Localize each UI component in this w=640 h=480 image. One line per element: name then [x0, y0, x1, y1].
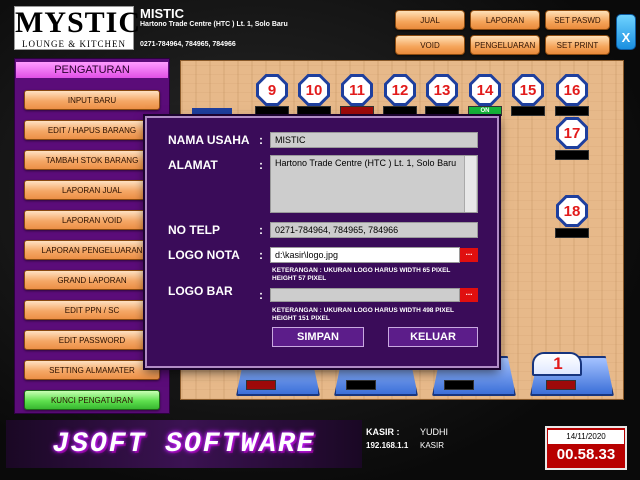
- table-1-status: [546, 380, 576, 390]
- jual-button[interactable]: JUAL: [395, 10, 465, 30]
- table-17-status: [555, 150, 589, 160]
- kasir-name: YUDHI: [420, 427, 449, 437]
- table-16-status: [555, 106, 589, 116]
- logo-bar-note: KETERANGAN : UKURAN LOGO HARUS WIDTH 498…: [272, 307, 454, 322]
- menu-laporan-jual[interactable]: LAPORAN JUAL: [24, 180, 160, 200]
- logo-nota-input[interactable]: d:\kasir\logo.jpg: [270, 247, 460, 263]
- menu-edit-ppn-sc[interactable]: EDIT PPN / SC: [24, 300, 160, 320]
- menu-edit-password[interactable]: EDIT PASSWORD: [24, 330, 160, 350]
- logo-text: MYSTIC: [15, 6, 142, 39]
- logo-bar-label: LOGO BAR: [168, 284, 233, 298]
- alamat-label: ALAMAT: [168, 158, 218, 172]
- menu-input-baru[interactable]: INPUT BARU: [24, 90, 160, 110]
- no-telp-input[interactable]: 0271-784964, 784965, 784966: [270, 222, 478, 238]
- floor-marker: [192, 108, 232, 116]
- clock-date: 14/11/2020: [548, 430, 624, 444]
- table-3-status: [346, 380, 376, 390]
- table-4-status: [246, 380, 276, 390]
- colon: :: [259, 288, 263, 302]
- table-9-status: [255, 106, 289, 116]
- table-13-status: [425, 106, 459, 116]
- nama-usaha-label: NAMA USAHA: [168, 133, 250, 147]
- logo-nota-note: KETERANGAN : UKURAN LOGO HARUS WIDTH 65 …: [272, 267, 451, 282]
- business-address: Hartono Trade Centre (HTC ) Lt. 1, Solo …: [140, 21, 288, 28]
- colon: :: [259, 248, 263, 262]
- no-telp-label: NO TELP: [168, 223, 221, 237]
- pengeluaran-button[interactable]: PENGELUARAN: [470, 35, 540, 55]
- table-2-status: [444, 380, 474, 390]
- table-1-number: 1: [553, 354, 563, 373]
- nama-usaha-input[interactable]: MISTIC: [270, 132, 478, 148]
- close-button[interactable]: X: [616, 14, 636, 50]
- keluar-button[interactable]: KELUAR: [388, 327, 478, 347]
- colon: :: [259, 133, 263, 147]
- close-icon: X: [621, 30, 631, 45]
- logo-bar-input[interactable]: [270, 288, 460, 302]
- menu-laporan-void[interactable]: LAPORAN VOID: [24, 210, 160, 230]
- menu-tambah-stok[interactable]: TAMBAH STOK BARANG: [24, 150, 160, 170]
- laporan-button[interactable]: LAPORAN: [470, 10, 540, 30]
- brand-banner: JSOFT SOFTWARE: [6, 420, 362, 468]
- colon: :: [259, 223, 263, 237]
- settings-panel-title: PENGATURAN: [16, 62, 168, 78]
- table-18-status: [555, 228, 589, 238]
- kasir-label: KASIR :: [366, 427, 400, 437]
- table-15-status: [511, 106, 545, 116]
- set-password-button[interactable]: SET PASWD: [545, 10, 610, 30]
- business-name: MISTIC: [140, 6, 185, 21]
- menu-edit-hapus-barang[interactable]: EDIT / HAPUS BARANG: [24, 120, 160, 140]
- simpan-button[interactable]: SIMPAN: [272, 327, 364, 347]
- user-role: KASIR: [420, 441, 445, 450]
- app-logo: MYSTIC LOUNGE & KITCHEN: [14, 6, 142, 50]
- table-11-status: [340, 106, 374, 116]
- colon: :: [259, 158, 263, 172]
- business-phone: 0271-784964, 784965, 784966: [140, 41, 236, 48]
- logo-subtext: LOUNGE & KITCHEN: [22, 39, 126, 49]
- logo-bar-browse-button[interactable]: ...: [460, 288, 478, 302]
- menu-laporan-pengeluaran[interactable]: LAPORAN PENGELUARAN: [24, 240, 160, 260]
- logo-nota-browse-button[interactable]: ...: [460, 248, 478, 262]
- alamat-textarea[interactable]: Hartono Trade Centre (HTC ) Lt. 1, Solo …: [270, 155, 478, 213]
- table-14-status: ON: [468, 106, 502, 116]
- void-button[interactable]: VOID: [395, 35, 465, 55]
- menu-kunci-pengaturan[interactable]: KUNCI PENGATURAN: [24, 390, 160, 410]
- clock-time: 00.58.33: [556, 446, 616, 463]
- logo-nota-label: LOGO NOTA: [168, 248, 240, 262]
- ip-address: 192.168.1.1: [366, 441, 409, 450]
- set-print-button[interactable]: SET PRINT: [545, 35, 610, 55]
- table-10-status: [297, 106, 331, 116]
- table-12-status: [383, 106, 417, 116]
- menu-setting-almamater[interactable]: SETTING ALMAMATER: [24, 360, 160, 380]
- menu-grand-laporan[interactable]: GRAND LAPORAN: [24, 270, 160, 290]
- alamat-scrollbar[interactable]: [464, 156, 476, 212]
